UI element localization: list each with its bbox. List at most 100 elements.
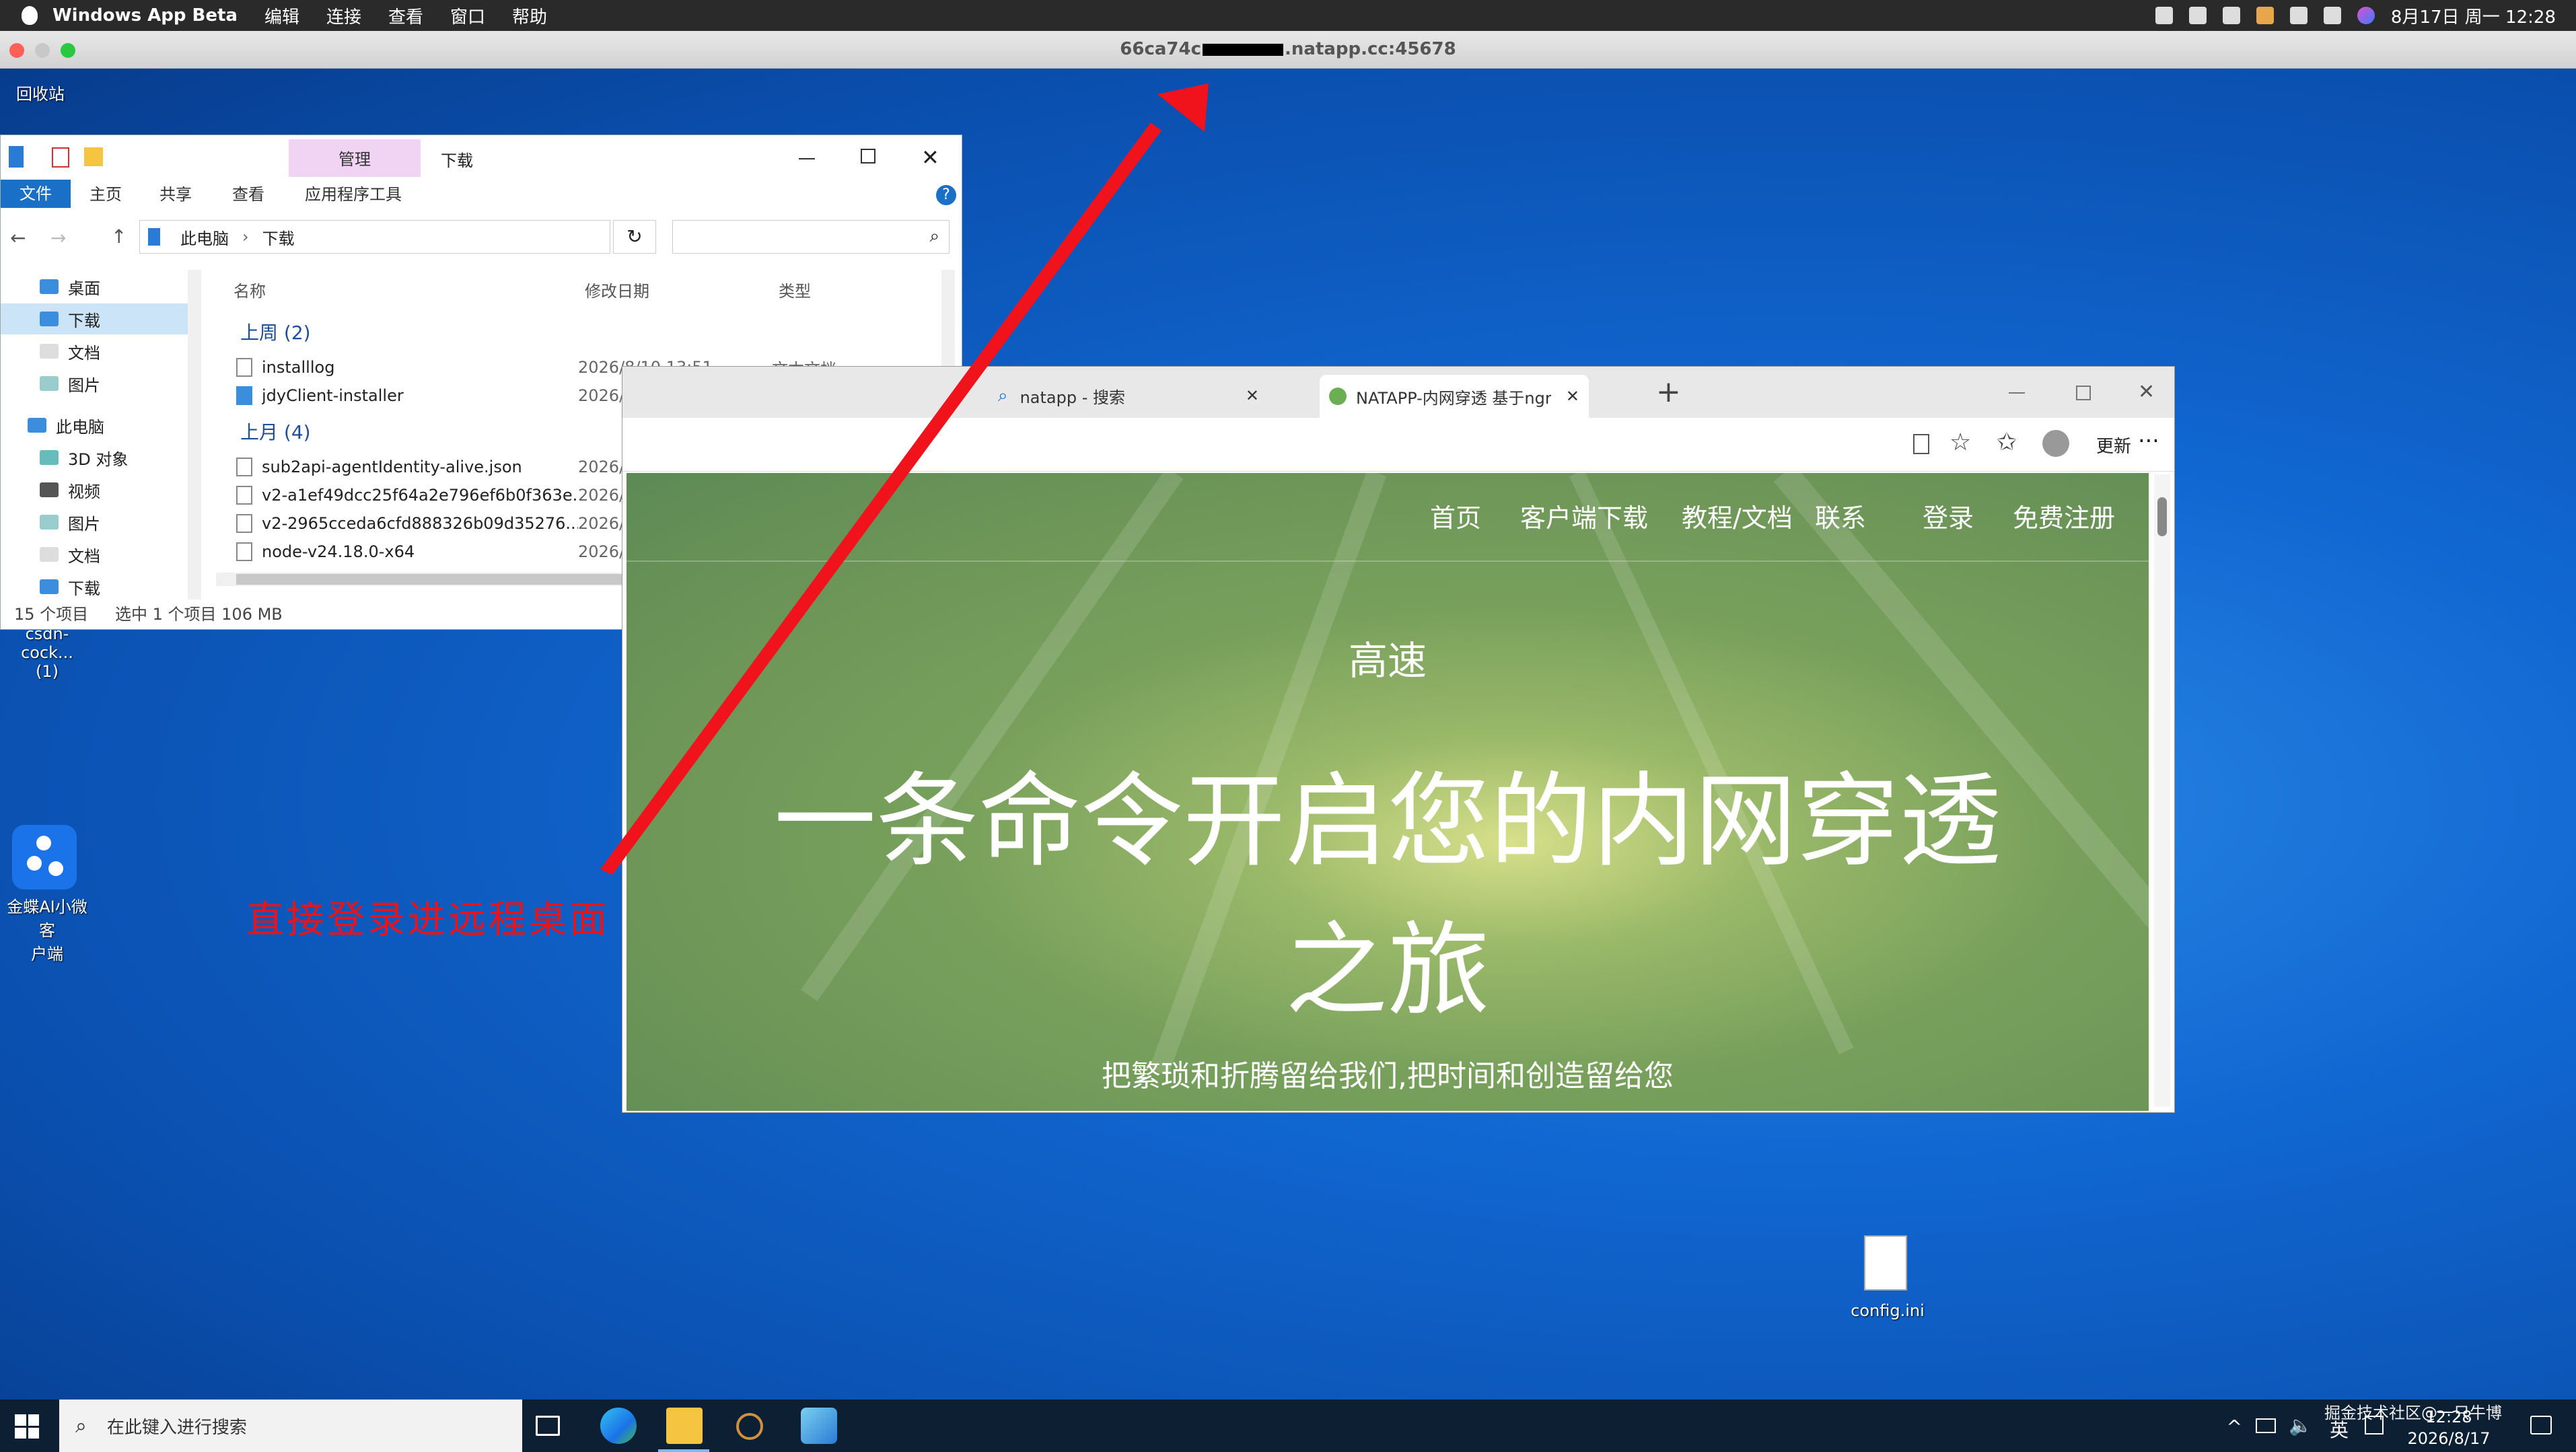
maximize-icon[interactable] bbox=[861, 149, 875, 164]
breadcrumb-this-pc[interactable]: 此电脑 bbox=[180, 225, 229, 249]
image-file-icon bbox=[236, 486, 252, 505]
nav-tutorials[interactable]: 教程/文档 bbox=[1682, 497, 1793, 534]
ribbon-tab-share[interactable]: 共享 bbox=[159, 181, 192, 208]
minimize-icon[interactable] bbox=[2009, 392, 2025, 394]
ime-mode-icon[interactable] bbox=[2365, 1416, 2384, 1435]
dots-icon-2 bbox=[27, 856, 42, 871]
nav-videos[interactable]: 视频 bbox=[1, 474, 189, 505]
config-file-icon[interactable] bbox=[1864, 1235, 1907, 1291]
nav-documents[interactable]: 文档 bbox=[1, 336, 189, 367]
nav-client-download[interactable]: 客户端下载 bbox=[1520, 497, 1648, 534]
menu-connect[interactable]: 连接 bbox=[326, 3, 361, 28]
ribbon-tab-home[interactable]: 主页 bbox=[90, 181, 122, 208]
ime-indicator[interactable]: 英 bbox=[2330, 1416, 2349, 1443]
start-button[interactable] bbox=[15, 1414, 39, 1439]
desktop-icon-csdn[interactable]: csdn-cock... (1) bbox=[0, 624, 94, 681]
grid-icon[interactable] bbox=[2222, 7, 2240, 24]
menubar-clock[interactable]: 8月17日 周一 12:28 bbox=[2391, 3, 2556, 28]
column-date[interactable]: 修改日期 bbox=[585, 278, 649, 301]
up-button[interactable]: ↑ bbox=[111, 225, 127, 248]
image-file-icon bbox=[236, 514, 252, 533]
column-name[interactable]: 名称 bbox=[234, 278, 266, 301]
maximize-icon[interactable] bbox=[2076, 386, 2091, 400]
picture-icon bbox=[40, 376, 59, 391]
nav-this-pc[interactable]: 此电脑 bbox=[1, 410, 189, 441]
nav-contact[interactable]: 联系 bbox=[1815, 497, 1866, 534]
folder-icon[interactable] bbox=[84, 147, 103, 166]
list-icon[interactable] bbox=[2188, 7, 2207, 24]
nav-downloads-2[interactable]: 下载 bbox=[1, 571, 189, 602]
download-icon bbox=[40, 312, 59, 326]
reading-view-icon[interactable] bbox=[1913, 434, 1929, 454]
favorite-star-icon[interactable]: ☆ bbox=[1949, 429, 1971, 456]
download-icon bbox=[40, 579, 59, 594]
close-icon[interactable]: ✕ bbox=[921, 145, 939, 170]
nav-downloads[interactable]: 下载 bbox=[1, 303, 189, 334]
new-tab-button[interactable]: + bbox=[1656, 375, 1681, 409]
nav-desktop[interactable]: 桌面 bbox=[1, 271, 189, 302]
ribbon-tab-file[interactable]: 文件 bbox=[1, 180, 71, 208]
nav-pictures-2[interactable]: 图片 bbox=[1, 507, 189, 538]
siri-icon[interactable] bbox=[2357, 7, 2375, 24]
ribbon-tab-view[interactable]: 查看 bbox=[232, 181, 264, 208]
group-last-month[interactable]: 上月 (4) bbox=[240, 418, 311, 445]
explorer-titlebar: 管理 下载 ✕ bbox=[1, 135, 962, 181]
favorites-icon[interactable]: ✩ bbox=[1997, 429, 2017, 456]
properties-icon[interactable] bbox=[52, 147, 69, 168]
taskbar-date[interactable]: 2026/8/17 bbox=[2405, 1429, 2493, 1448]
search-box[interactable]: ⌕ bbox=[672, 220, 950, 254]
column-type[interactable]: 类型 bbox=[779, 278, 811, 301]
nav-pictures[interactable]: 图片 bbox=[1, 368, 189, 399]
taskbar-time[interactable]: 12:28 bbox=[2405, 1408, 2493, 1426]
nav-documents-2[interactable]: 文档 bbox=[1, 539, 189, 570]
notification-icon[interactable] bbox=[2530, 1416, 2552, 1435]
chevron-up-icon[interactable]: ^ bbox=[2227, 1416, 2242, 1438]
address-bar[interactable]: 此电脑 › 下载 bbox=[139, 220, 610, 254]
refresh-button[interactable]: ↻ bbox=[613, 220, 656, 254]
menubar-app-name[interactable]: Windows App Beta bbox=[52, 5, 238, 26]
minimize-icon[interactable] bbox=[799, 158, 815, 159]
recycle-bin-label[interactable]: 回收站 bbox=[16, 81, 65, 104]
nav-login[interactable]: 登录 bbox=[1923, 497, 1974, 534]
menu-view[interactable]: 查看 bbox=[388, 3, 423, 28]
apple-icon[interactable] bbox=[22, 6, 38, 25]
back-button[interactable]: ← bbox=[10, 227, 26, 249]
more-icon[interactable]: ⋯ bbox=[2138, 427, 2159, 453]
bag-icon[interactable] bbox=[2289, 7, 2307, 24]
close-icon[interactable]: ✕ bbox=[2138, 380, 2155, 404]
bird-icon[interactable] bbox=[2155, 7, 2173, 24]
network-icon[interactable] bbox=[2256, 1418, 2276, 1433]
tab-natapp-search[interactable]: ⌕ natapp - 搜索 ✕ bbox=[986, 375, 1268, 416]
nav-register[interactable]: 免费注册 bbox=[2013, 497, 2115, 534]
menu-edit[interactable]: 编辑 bbox=[264, 3, 299, 28]
menu-help[interactable]: 帮助 bbox=[512, 3, 547, 28]
nav-home[interactable]: 首页 bbox=[1430, 497, 1481, 534]
tab-natapp-site[interactable]: NATAPP-内网穿透 基于ngrok的免 ✕ bbox=[1320, 375, 1589, 418]
page-scrollbar[interactable] bbox=[2154, 474, 2170, 1107]
video-icon bbox=[40, 482, 59, 497]
app-icon[interactable] bbox=[801, 1408, 837, 1444]
task-view-icon[interactable] bbox=[536, 1416, 560, 1436]
breadcrumb-downloads[interactable]: 下载 bbox=[262, 225, 295, 249]
profile-avatar[interactable] bbox=[2042, 430, 2069, 457]
control-center-icon[interactable] bbox=[2323, 7, 2341, 24]
scroll-thumb[interactable] bbox=[2157, 497, 2167, 536]
ribbon-manage-tab[interactable]: 管理 bbox=[289, 139, 421, 177]
edge-icon[interactable] bbox=[600, 1408, 637, 1444]
menu-window[interactable]: 窗口 bbox=[450, 3, 485, 28]
ribbon-tab-app-tools[interactable]: 应用程序工具 bbox=[305, 181, 402, 208]
forward-button[interactable]: → bbox=[50, 227, 66, 249]
cat-icon[interactable] bbox=[2256, 7, 2274, 24]
close-tab-icon[interactable]: ✕ bbox=[1566, 387, 1579, 406]
update-button[interactable]: 更新 bbox=[2096, 433, 2131, 458]
group-last-week[interactable]: 上周 (2) bbox=[240, 318, 311, 345]
help-icon[interactable]: ? bbox=[936, 185, 956, 205]
taskbar-search[interactable]: ⌕ 在此键入进行搜索 bbox=[59, 1400, 522, 1452]
close-tab-icon[interactable]: ✕ bbox=[1246, 386, 1259, 405]
circle-app-icon[interactable] bbox=[736, 1413, 763, 1440]
file-explorer-icon[interactable] bbox=[666, 1408, 703, 1444]
nav-scrollbar[interactable] bbox=[188, 270, 201, 600]
nav-3d-objects[interactable]: 3D 对象 bbox=[1, 442, 189, 473]
volume-icon[interactable]: 🔈 bbox=[2289, 1414, 2312, 1437]
desktop-icon-app[interactable] bbox=[12, 825, 77, 890]
